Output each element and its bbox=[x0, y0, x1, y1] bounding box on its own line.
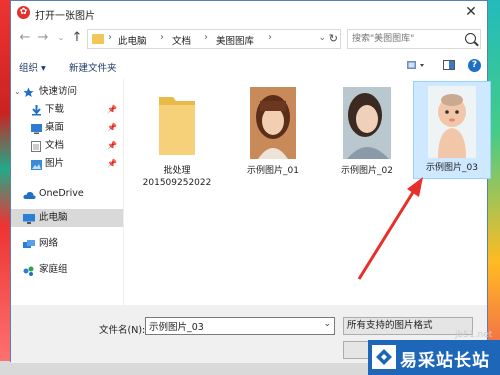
pin-icon: 📌 bbox=[107, 141, 117, 150]
breadcrumb-documents[interactable]: 文档 bbox=[172, 33, 191, 47]
file-list: 批处理 201509252022 示例图片_01 示例图片_02 示例图片_03 bbox=[125, 79, 491, 305]
chevron-right-icon[interactable]: › bbox=[268, 32, 272, 43]
background-right bbox=[488, 0, 500, 375]
up-arrow-icon[interactable]: ↑ bbox=[69, 30, 85, 46]
nav-label: 图片 bbox=[45, 158, 65, 169]
nav-label: 文档 bbox=[45, 140, 65, 151]
chevron-right-icon[interactable]: › bbox=[108, 32, 112, 43]
refresh-icon[interactable]: ↻ bbox=[329, 32, 338, 45]
open-file-dialog: ✿ 打开一张图片 ✕ ← → ⌄ ↑ › 此电脑 › 文档 › 美图图库 › ⌄… bbox=[10, 0, 491, 363]
nav-quick-access[interactable]: ⌄ 快速访问 bbox=[11, 83, 123, 101]
red-arrow-annotation bbox=[357, 177, 423, 280]
nav-item-network[interactable]: 网络 bbox=[11, 235, 123, 253]
folder-icon bbox=[157, 93, 197, 162]
search-box[interactable] bbox=[347, 29, 481, 49]
network-icon bbox=[23, 239, 35, 249]
nav-label: OneDrive bbox=[39, 188, 84, 199]
nav-label: 家庭组 bbox=[39, 264, 68, 275]
nav-label: 桌面 bbox=[45, 122, 65, 133]
filename-input[interactable] bbox=[146, 318, 320, 334]
filename-label: 文件名(N): bbox=[99, 325, 146, 336]
app-icon: ✿ bbox=[17, 6, 30, 19]
folder-icon bbox=[92, 34, 104, 44]
pin-icon: 📌 bbox=[107, 159, 117, 168]
new-folder-button[interactable]: 新建文件夹 bbox=[69, 60, 117, 74]
window-title: 打开一张图片 bbox=[35, 11, 95, 22]
title-bar: ✿ 打开一张图片 ✕ bbox=[11, 1, 487, 25]
nav-item-desktop[interactable]: 桌面 📌 bbox=[11, 119, 123, 137]
file-item-image-01[interactable]: 示例图片_01 bbox=[233, 83, 313, 193]
nav-item-onedrive[interactable]: OneDrive bbox=[11, 185, 123, 203]
forward-arrow-icon[interactable]: → bbox=[35, 30, 51, 46]
computer-icon bbox=[23, 213, 35, 224]
image-thumbnail bbox=[250, 87, 296, 162]
nav-label: 此电脑 bbox=[39, 212, 68, 223]
nav-item-downloads[interactable]: 下载 📌 bbox=[11, 101, 123, 119]
star-icon bbox=[23, 87, 34, 97]
file-name: 示例图片_01 bbox=[247, 166, 299, 176]
address-dropdown-icon[interactable]: ⌄ bbox=[318, 33, 326, 43]
view-options-icon[interactable] bbox=[407, 60, 427, 73]
logo-icon bbox=[372, 345, 396, 369]
nav-item-this-pc[interactable]: 此电脑 bbox=[11, 209, 123, 227]
chevron-down-icon[interactable]: ⌄ bbox=[14, 83, 21, 101]
chevron-right-icon[interactable]: › bbox=[160, 32, 164, 43]
image-thumbnail bbox=[428, 86, 476, 161]
back-arrow-icon[interactable]: ← bbox=[17, 30, 33, 46]
watermark-url: jb51.net bbox=[455, 330, 493, 340]
pin-icon: 📌 bbox=[107, 105, 117, 114]
nav-item-documents[interactable]: 文档 📌 bbox=[11, 137, 123, 155]
nav-label: 下载 bbox=[45, 104, 65, 115]
search-input[interactable] bbox=[348, 30, 468, 48]
file-name: 批处理 201509252022 bbox=[142, 166, 212, 188]
watermark-text: 易采站长站 bbox=[400, 351, 490, 371]
breadcrumb-meitu-gallery[interactable]: 美图图库 bbox=[216, 33, 254, 47]
chevron-down-icon[interactable]: ⌄ bbox=[323, 319, 331, 329]
navigation-bar: ← → ⌄ ↑ › 此电脑 › 文档 › 美图图库 › ⌄ ↻ bbox=[11, 25, 487, 53]
address-bar[interactable]: › 此电脑 › 文档 › 美图图库 › ⌄ ↻ bbox=[87, 29, 341, 49]
cloud-icon bbox=[23, 189, 36, 199]
pin-icon: 📌 bbox=[107, 123, 117, 132]
file-name: 示例图片_03 bbox=[426, 163, 478, 173]
chevron-right-icon[interactable]: › bbox=[204, 32, 208, 43]
help-icon[interactable]: ? bbox=[468, 59, 481, 72]
file-type-select[interactable]: 所有支持的图片格式 bbox=[343, 317, 473, 335]
image-thumbnail bbox=[343, 87, 391, 162]
search-icon[interactable] bbox=[465, 33, 476, 44]
file-item-folder[interactable]: 批处理 201509252022 bbox=[137, 83, 217, 193]
close-button[interactable]: ✕ bbox=[455, 1, 487, 23]
nav-label: 快速访问 bbox=[39, 86, 78, 97]
nav-item-homegroup[interactable]: 家庭组 bbox=[11, 261, 123, 279]
homegroup-icon bbox=[23, 265, 34, 276]
navigation-pane: ⌄ 快速访问 下载 📌 桌面 📌 文档 📌 图片 📌 OneDrive 此电脑 … bbox=[11, 79, 124, 305]
desktop-icon bbox=[31, 123, 42, 134]
filename-field[interactable]: ⌄ bbox=[145, 317, 335, 335]
watermark-logo: 易采站长站 bbox=[368, 340, 500, 375]
pictures-icon bbox=[31, 159, 42, 170]
download-icon bbox=[31, 105, 42, 116]
nav-item-pictures[interactable]: 图片 📌 bbox=[11, 155, 123, 173]
organize-menu[interactable]: 组织 ▾ bbox=[19, 60, 46, 74]
toolbar: 组织 ▾ 新建文件夹 ? bbox=[11, 54, 487, 78]
documents-icon bbox=[31, 141, 42, 152]
preview-pane-icon[interactable] bbox=[443, 60, 455, 73]
file-item-image-03[interactable]: 示例图片_03 bbox=[413, 81, 491, 179]
breadcrumb-this-pc[interactable]: 此电脑 bbox=[118, 33, 147, 47]
recent-dropdown-icon[interactable]: ⌄ bbox=[53, 30, 69, 46]
nav-label: 网络 bbox=[39, 238, 59, 249]
